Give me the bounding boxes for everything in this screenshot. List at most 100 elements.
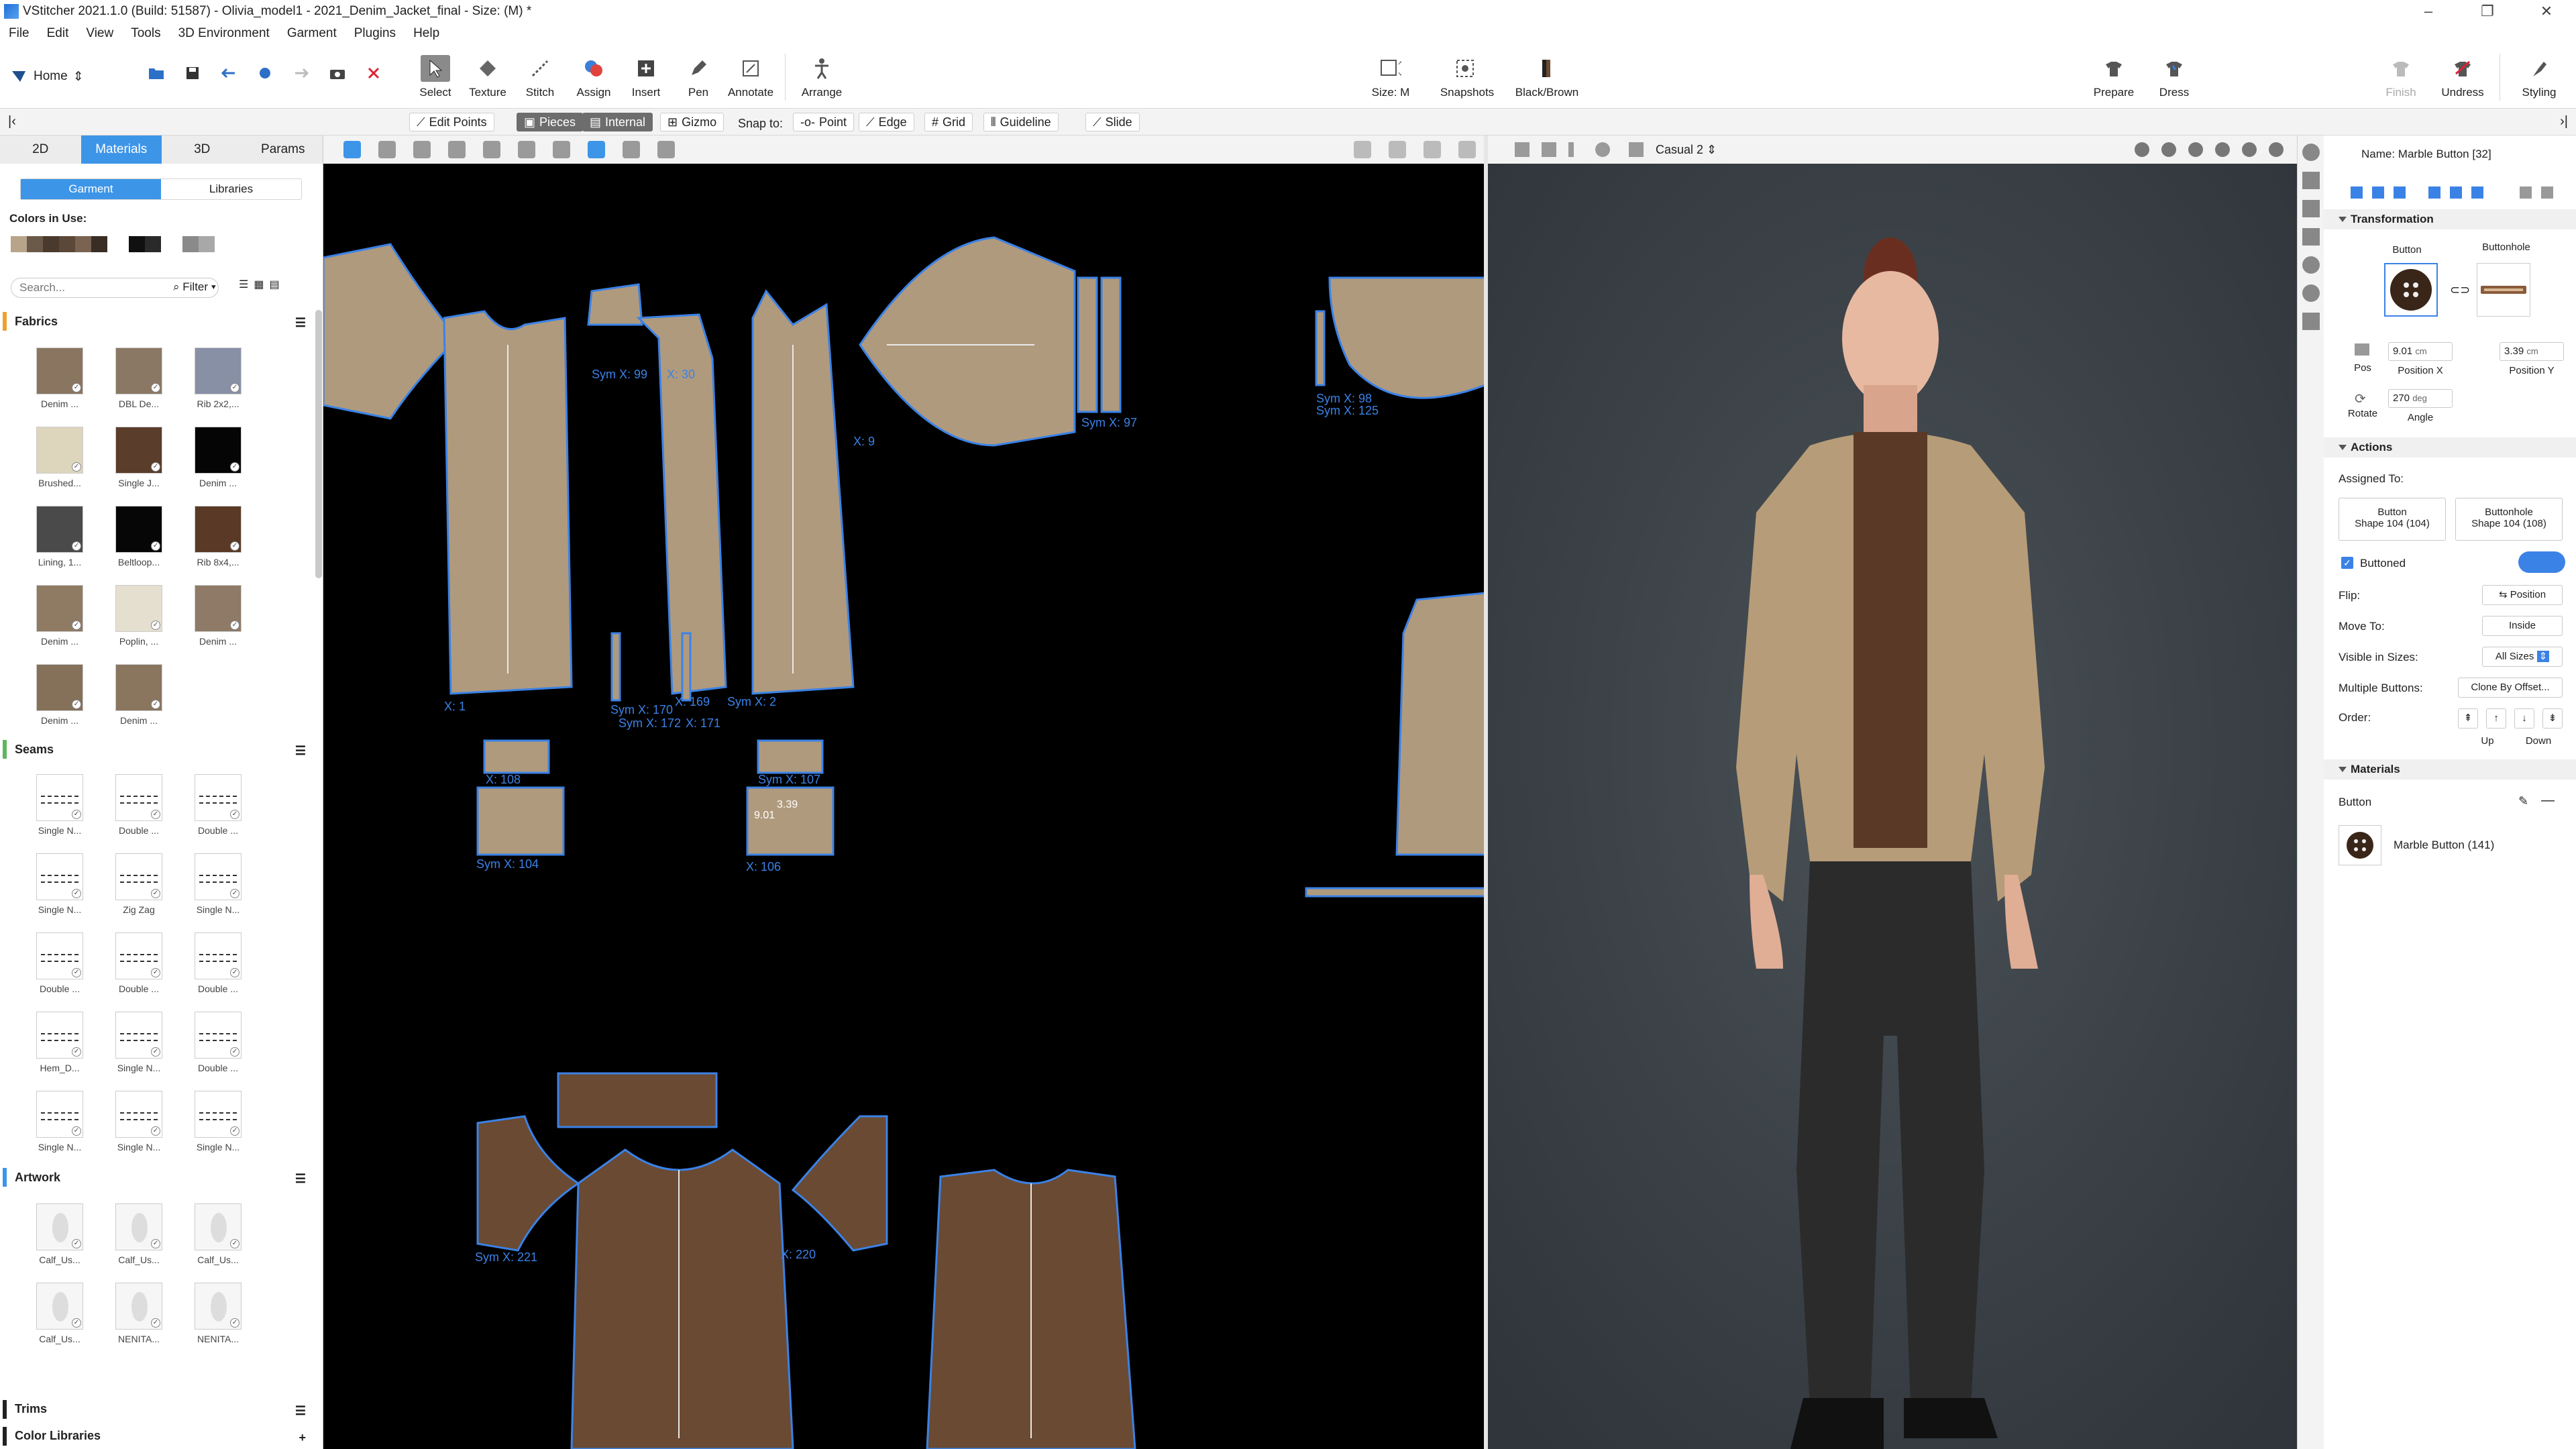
align-bottom-icon[interactable] [2471, 186, 2483, 199]
segment-libraries[interactable]: Libraries [161, 179, 301, 199]
render-mode-icon[interactable] [2161, 142, 2176, 157]
pattern-piece[interactable] [859, 236, 1076, 447]
dress-button[interactable]: Dress [2144, 55, 2204, 105]
hamburger-menu-icon[interactable]: ☰ [295, 1404, 306, 1418]
distribute-h-icon[interactable] [2520, 186, 2532, 199]
colorway-selector[interactable]: Black/Brown [1513, 55, 1580, 105]
seam-item[interactable]: ✓ Double ... [99, 932, 178, 1006]
artwork-section-header[interactable]: Artwork ☰ [0, 1166, 313, 1189]
snapshots-button[interactable]: Snapshots [1437, 55, 1497, 105]
pattern-piece[interactable] [610, 632, 621, 702]
collapse-left-icon[interactable]: |‹ [8, 114, 16, 129]
filter-button[interactable]: ⌕ Filter ▾ [173, 280, 216, 294]
align-top-icon[interactable] [2428, 186, 2440, 199]
annotate-tool[interactable]: Annotate [720, 55, 781, 105]
color-swatch[interactable] [75, 236, 91, 252]
open-folder-icon[interactable] [148, 64, 165, 82]
link-icon[interactable]: ⊂⊃ [2450, 283, 2470, 297]
seam-item[interactable]: ✓ Single N... [20, 853, 99, 927]
fit-view-icon[interactable] [2302, 313, 2320, 330]
edit-pencil-icon[interactable]: ✎ [2518, 794, 2528, 808]
color-swatch[interactable] [113, 236, 129, 252]
clone-by-offset-button[interactable]: Clone By Offset... [2458, 678, 2563, 698]
seam-item[interactable]: ✓ Single N... [178, 1091, 258, 1165]
arrow-up-icon[interactable] [2302, 200, 2320, 217]
save-icon[interactable] [184, 64, 201, 82]
bring-to-top-button[interactable]: ⇞ [2458, 708, 2478, 729]
pattern-piece[interactable] [587, 283, 643, 326]
button-thumbnail[interactable] [2384, 263, 2438, 317]
details-view-icon[interactable]: ▤ [269, 278, 279, 291]
arrow-down-icon[interactable] [2302, 228, 2320, 246]
grid-view-icon[interactable]: ▦ [254, 278, 264, 291]
buttoned-checkbox[interactable]: ✓ [2341, 557, 2353, 569]
color-swatch[interactable] [166, 236, 182, 252]
pattern-piece[interactable] [557, 1072, 718, 1128]
minimize-button[interactable]: – [2399, 0, 2458, 23]
move-up-button[interactable]: ↑ [2486, 708, 2506, 729]
pieces-toggle[interactable]: ▣ Pieces [517, 113, 584, 131]
camera-icon[interactable] [1629, 142, 1644, 157]
artwork-item[interactable]: ✓ Calf_Us... [20, 1283, 99, 1356]
visible-in-sizes-select[interactable]: All Sizes ⇕ [2482, 647, 2563, 667]
avatar-3d-view[interactable]: Casual 2 ⇕ [1488, 136, 2297, 1449]
pattern-tool-icon[interactable] [657, 141, 675, 158]
close-button[interactable]: ✕ [2517, 0, 2576, 23]
fabric-item[interactable]: ✓ Rib 8x4,... [178, 506, 258, 580]
pattern-piece[interactable] [1395, 592, 1485, 856]
pattern-piece[interactable] [476, 1115, 580, 1252]
fabric-item[interactable]: ✓ Denim ... [20, 347, 99, 421]
zoom-out-icon[interactable] [1458, 141, 1476, 158]
material-thumbnail[interactable] [2339, 825, 2381, 865]
seam-item[interactable]: ✓ Double ... [20, 932, 99, 1006]
list-view-icon[interactable]: ☰ [239, 278, 248, 291]
fabric-item[interactable]: ✓ Denim ... [20, 585, 99, 659]
color-libraries-section-header[interactable]: Color Libraries + [0, 1425, 313, 1446]
pattern-tool-icon[interactable] [588, 141, 605, 158]
history-icon[interactable] [256, 64, 274, 82]
swap-arrows-icon[interactable] [2518, 551, 2565, 573]
send-to-bottom-button[interactable]: ⇟ [2542, 708, 2563, 729]
tab-2d[interactable]: 2D [0, 136, 81, 164]
pattern-tool-icon[interactable] [448, 141, 466, 158]
maximize-button[interactable]: ❐ [2458, 0, 2517, 23]
menu-view[interactable]: View [77, 26, 122, 41]
artwork-item[interactable]: ✓ NENITA... [178, 1283, 258, 1356]
fabric-item[interactable]: ✓ Lining, 1... [20, 506, 99, 580]
pattern-piece[interactable] [323, 243, 460, 420]
pattern-piece[interactable] [1305, 887, 1485, 898]
insert-tool[interactable]: Insert [616, 55, 676, 105]
position-x-input[interactable]: 9.01 cm [2388, 342, 2453, 361]
seam-item[interactable]: ✓ Hem_D... [20, 1012, 99, 1085]
zoom-selected-icon[interactable] [1389, 141, 1406, 158]
seam-item[interactable]: ✓ Single N... [99, 1091, 178, 1165]
snap-edge-toggle[interactable]: ⟋ Edge [859, 113, 914, 131]
menu-file[interactable]: File [0, 26, 38, 41]
pattern-piece[interactable] [570, 1148, 794, 1449]
texture-tool[interactable]: Texture [458, 55, 518, 105]
gizmo-toggle[interactable]: ⊞ Gizmo [660, 113, 724, 131]
seams-section-header[interactable]: Seams ☰ [0, 738, 313, 761]
color-swatch[interactable] [91, 236, 107, 252]
camera-icon[interactable] [329, 64, 346, 82]
assign-tool[interactable]: Assign [564, 55, 624, 105]
edit-points-button[interactable]: ⟋ Edit Points [409, 113, 494, 131]
color-swatch[interactable] [27, 236, 43, 252]
pattern-grid-icon[interactable] [623, 141, 640, 158]
pattern-piece[interactable] [1077, 276, 1098, 413]
fabric-item[interactable]: ✓ Poplin, ... [99, 585, 178, 659]
align-middle-icon[interactable] [2450, 186, 2462, 199]
pattern-pieces-canvas[interactable]: Sym X: 99 X: 30 X: 9 X: 1 Sym X: 170 X: … [323, 164, 1485, 1449]
transformation-section[interactable]: Transformation [2324, 209, 2576, 229]
seam-item[interactable]: ✓ Single N... [20, 774, 99, 848]
styling-button[interactable]: Styling [2509, 55, 2569, 105]
undress-button[interactable]: Undress [2432, 55, 2493, 105]
fabric-item[interactable]: ✓ Rib 2x2,... [178, 347, 258, 421]
snap-point-toggle[interactable]: -o- Point [793, 113, 855, 131]
fabric-item[interactable]: ✓ Denim ... [178, 427, 258, 500]
align-right-icon[interactable] [2394, 186, 2406, 199]
hand-pan-icon[interactable] [2302, 172, 2320, 189]
color-swatch[interactable] [43, 236, 59, 252]
color-swatch[interactable] [145, 236, 161, 252]
finish-button[interactable]: Finish [2371, 55, 2431, 105]
